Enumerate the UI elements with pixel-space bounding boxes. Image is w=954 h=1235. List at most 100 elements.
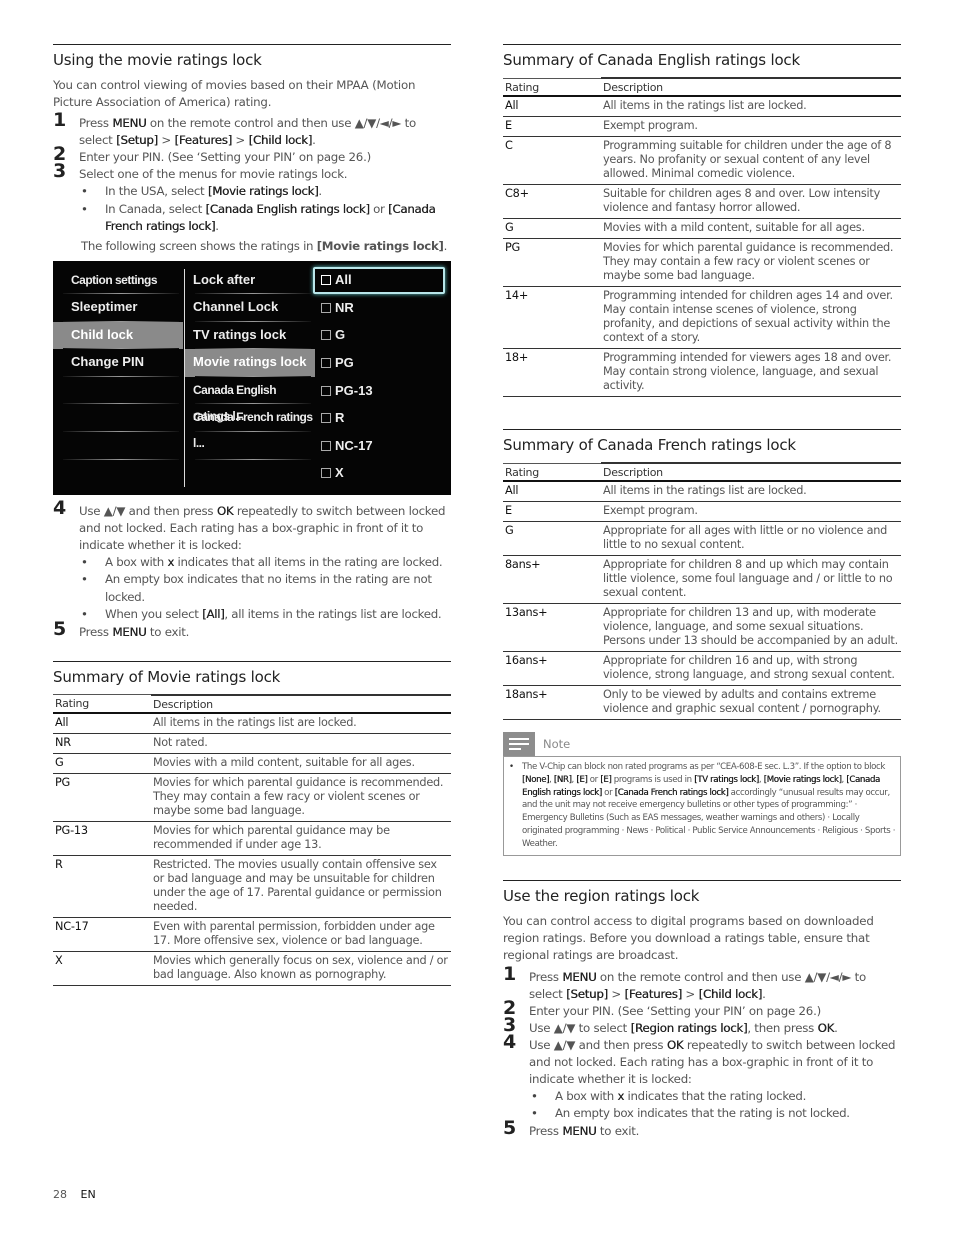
rating-cell: G xyxy=(503,218,601,239)
description-cell: Movies for which parental guidance is re… xyxy=(151,773,451,822)
tv-menu-item[interactable]: Canada English ratings l... xyxy=(185,377,315,423)
description-cell: Even with parental permission, forbidden… xyxy=(151,917,451,952)
tv-rating-option[interactable]: PG xyxy=(317,349,447,377)
step-number: 1 xyxy=(53,109,66,131)
tv-menu-item[interactable]: Child lock xyxy=(53,321,183,350)
table-row: G Movies with a mild content, suitable fo… xyxy=(53,753,451,774)
tv-menu-column-2: Lock after Channel Lock TV ratings lock Mov… xyxy=(185,267,315,460)
table-row: PG-13 Movies for which parental guidance … xyxy=(53,821,451,856)
tv-menu-item[interactable] xyxy=(53,404,183,432)
movie-ratings-table: Rating Description All All items in the rat… xyxy=(53,693,451,986)
step-number: 1 xyxy=(503,962,516,985)
description-cell: Exempt program. xyxy=(601,501,901,522)
tv-menu-item[interactable]: Channel Lock xyxy=(185,294,315,322)
emphasis-text: OK xyxy=(817,1020,835,1035)
tv-rating-label: PG xyxy=(335,355,354,371)
emphasis-text: [Child lock] xyxy=(248,133,313,147)
tv-menu-item[interactable]: TV ratings lock xyxy=(185,322,315,350)
column-header: Rating xyxy=(503,462,601,481)
right-column: Summary of Canada English ratings lock R… xyxy=(503,44,901,1140)
step-item: 4 Use ▲/▼ and then press OK repeatedly to… xyxy=(53,496,451,554)
tv-menu-item[interactable]: Movie ratings lock xyxy=(185,349,315,377)
rating-cell: All xyxy=(503,481,601,502)
emphasis-text: [Region ratings lock] xyxy=(630,1020,748,1035)
note-header: Note xyxy=(503,732,901,756)
emphasis-text: [All] xyxy=(202,607,225,621)
emphasis-text: OK xyxy=(666,1037,684,1052)
emphasis-text: MENU xyxy=(562,1123,597,1138)
tv-menu-item[interactable] xyxy=(53,377,183,405)
movie-lock-steps-after: 4 Use ▲/▼ and then press OK repeatedly to… xyxy=(53,496,451,641)
empty-checkbox-icon[interactable] xyxy=(321,385,331,396)
table-header: Rating Description xyxy=(503,462,901,481)
step-item: 5 Press MENU to exit. xyxy=(53,619,451,641)
description-cell: Exempt program. xyxy=(601,116,901,137)
step-text: Enter your PIN. (See ‘Setting your PIN’ … xyxy=(529,1003,821,1018)
table-row: C8+ Suitable for children ages 8 and over… xyxy=(503,184,901,219)
step-item: 4 Use ▲/▼ and then press OK repeatedly to… xyxy=(503,1032,901,1088)
emphasis-text: [None] xyxy=(522,774,550,785)
table-header-row: Rating Description xyxy=(53,693,451,713)
tv-menu-item[interactable]: Sleeptimer xyxy=(53,294,183,322)
description-cell: All items in the ratings list are locked… xyxy=(601,481,901,502)
table-header: Rating Description xyxy=(503,77,901,96)
tv-menu-item[interactable]: Caption settings xyxy=(53,267,183,295)
tv-rating-option[interactable]: PG-13 xyxy=(317,377,447,405)
emphasis-text: [E] xyxy=(600,774,612,785)
empty-checkbox-icon[interactable] xyxy=(321,302,331,313)
tv-rating-option[interactable]: NR xyxy=(317,294,447,322)
empty-checkbox-icon[interactable] xyxy=(321,468,331,479)
tv-menu-item[interactable]: Lock after xyxy=(185,267,315,295)
section-title-movie-summary: Summary of Movie ratings lock xyxy=(53,667,281,686)
table-row: 18ans+ Only to be viewed by adults and co… xyxy=(503,685,901,720)
page-footer: 28 EN xyxy=(53,1188,96,1201)
empty-checkbox-icon[interactable] xyxy=(321,440,331,451)
table-row: E Exempt program. xyxy=(503,501,901,522)
step-item: 5 Press MENU to exit. xyxy=(503,1116,901,1140)
region-lock-step-5: 5 Press MENU to exit. xyxy=(503,1116,901,1140)
section-divider xyxy=(503,879,901,881)
empty-checkbox-icon[interactable] xyxy=(321,413,331,424)
tv-rating-option[interactable]: NC-17 xyxy=(317,432,447,460)
emphasis-text: [Features] xyxy=(624,986,683,1001)
tv-menu-screenshot: Caption settings Sleeptimer Child lock Chan… xyxy=(53,260,451,495)
tv-menu-item[interactable]: Change PIN xyxy=(53,349,183,377)
section-divider xyxy=(503,429,901,430)
tv-menu-item[interactable] xyxy=(53,432,183,460)
rating-cell: PG-13 xyxy=(53,821,151,856)
rating-cell: 18+ xyxy=(503,348,601,397)
tv-rating-option[interactable]: G xyxy=(317,322,447,350)
tv-rating-label: NC-17 xyxy=(335,437,373,453)
tv-menu-item[interactable]: Canada French ratings l... xyxy=(185,404,315,450)
table-row: NR Not rated. xyxy=(53,733,451,754)
tv-rating-option[interactable]: X xyxy=(317,460,447,488)
rating-cell: 18ans+ xyxy=(503,685,601,720)
rating-cell: PG xyxy=(53,773,151,822)
tv-menu-item[interactable] xyxy=(185,432,315,460)
description-cell: Movies with a mild content, suitable for… xyxy=(601,218,901,239)
emphasis-text: [NR] xyxy=(553,774,572,785)
empty-checkbox-icon[interactable] xyxy=(321,275,331,286)
column-header: Description xyxy=(601,462,901,481)
table-row: X Movies which generally focus on sex, vi… xyxy=(53,951,451,986)
step-number: 4 xyxy=(53,496,66,519)
table-row: 8ans+ Appropriate for children 8 and up w… xyxy=(503,555,901,604)
tv-rating-option[interactable]: R xyxy=(317,404,447,432)
region-lock-steps: 1 Press MENU on the remote control and th… xyxy=(503,962,901,1088)
rating-cell: All xyxy=(503,96,601,117)
table-row: 14+ Programming intended for children age… xyxy=(503,286,901,349)
step-text: Use ▲/▼ and then press OK repeatedly to … xyxy=(529,1037,896,1086)
step-text: Enter your PIN. (See ‘Setting your PIN’ … xyxy=(79,150,371,164)
step-item: 1 Press MENU on the remote control and th… xyxy=(503,962,901,1003)
step-number: 5 xyxy=(503,1116,516,1139)
bullet-item: A box with x indicates that all items in… xyxy=(79,554,451,572)
empty-checkbox-icon[interactable] xyxy=(321,330,331,341)
tv-rating-option[interactable]: All xyxy=(313,266,445,295)
description-cell: Movies which generally focus on sex, vio… xyxy=(151,951,451,986)
rating-cell: 13ans+ xyxy=(503,603,601,652)
tv-menu-ratings-column: All NR G PG PG-13 R NC-17 X xyxy=(313,266,447,488)
empty-checkbox-icon[interactable] xyxy=(321,358,331,369)
rating-cell: X xyxy=(53,951,151,986)
column-header: Description xyxy=(601,77,901,96)
note-text: The V-Chip can block non rated programs … xyxy=(522,762,896,849)
